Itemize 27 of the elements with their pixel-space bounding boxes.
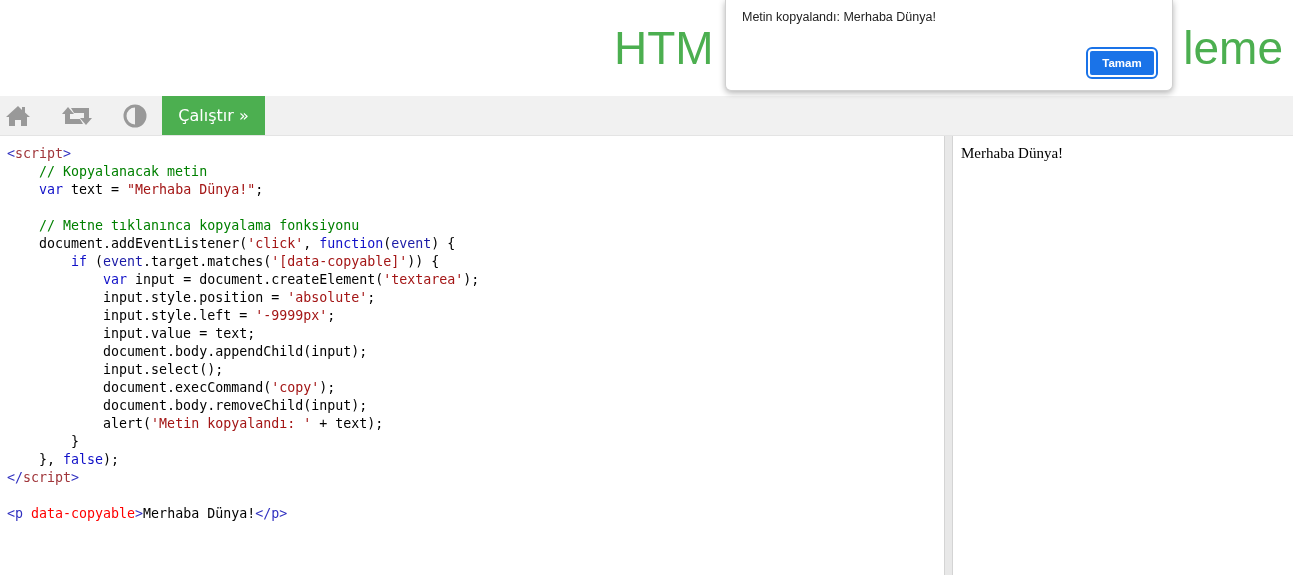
code-line: if (event.target.matches('[data-copyable]')) { bbox=[70, 253, 441, 271]
code-line: } bbox=[70, 433, 81, 451]
code-line: document.execCommand('copy'); bbox=[102, 379, 337, 397]
code-line: var input = document.createElement('textarea'); bbox=[102, 271, 481, 289]
code-line: var text = "Merhaba Dünya!"; bbox=[38, 181, 265, 199]
home-icon[interactable] bbox=[5, 104, 31, 127]
page-title: HTM bbox=[614, 25, 714, 71]
code-line: document.body.appendChild(input); bbox=[102, 343, 369, 361]
alert-message: Metin kopyalandı: Merhaba Dünya! bbox=[742, 10, 937, 24]
code-line: document.addEventListener('click', function(event) { bbox=[38, 235, 457, 253]
ok-button[interactable]: Tamam bbox=[1088, 49, 1156, 77]
run-button[interactable]: Çalıştır » bbox=[162, 96, 265, 135]
code-line: </script> bbox=[7, 469, 81, 487]
code-line: input.select(); bbox=[102, 361, 225, 379]
code-line: document.body.removeChild(input); bbox=[102, 397, 369, 415]
page-title: leme bbox=[1183, 25, 1283, 71]
code-line: input.style.position = 'absolute'; bbox=[102, 289, 377, 307]
code-line: <p data-copyable>Merhaba Dünya!</p> bbox=[7, 505, 289, 523]
code-line: input.value = text; bbox=[102, 325, 257, 343]
code-line: // Metne tıklanınca kopyalama fonksiyonu bbox=[38, 217, 361, 235]
code-line: input.style.left = '-9999px'; bbox=[102, 307, 337, 325]
code-line: // Kopyalanacak metin bbox=[38, 163, 209, 181]
result-text: Merhaba Dünya! bbox=[961, 145, 1065, 162]
contrast-icon[interactable] bbox=[123, 103, 147, 128]
code-line: <script> bbox=[7, 145, 73, 163]
code-line: }, false); bbox=[38, 451, 121, 469]
code-line: alert('Metin kopyalandı: ' + text); bbox=[102, 415, 385, 433]
